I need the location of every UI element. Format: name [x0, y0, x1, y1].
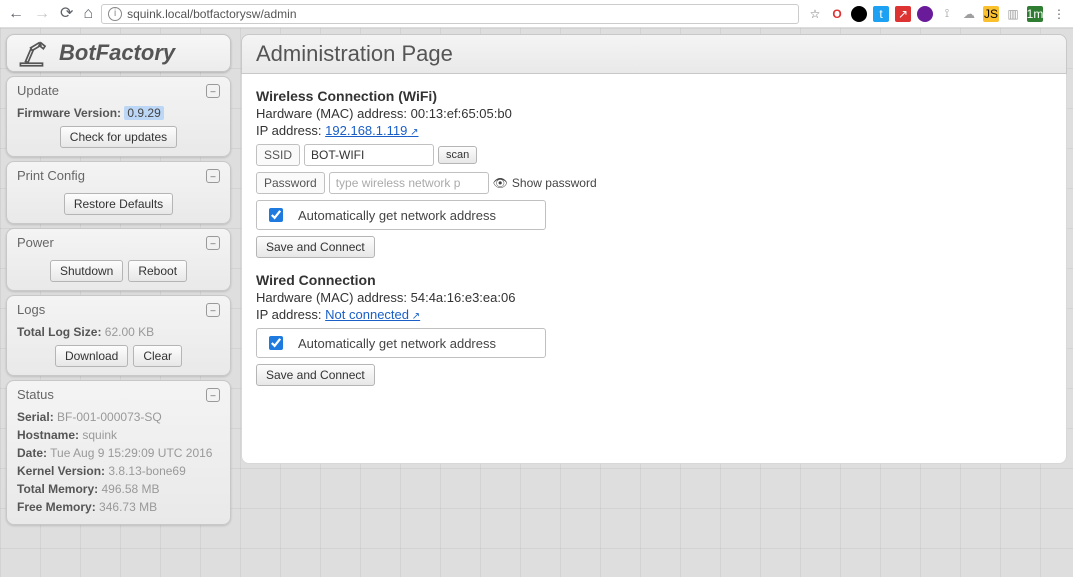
log-size-label: Total Log Size:: [17, 325, 101, 339]
panel-title: Status: [17, 387, 54, 402]
ext-icon[interactable]: ↗: [895, 6, 911, 22]
eye-icon: 👁: [493, 176, 508, 190]
sidebar: BotFactory Update – Firmware Version: 0.…: [6, 34, 231, 525]
ext-icon[interactable]: t: [873, 6, 889, 22]
site-info-icon[interactable]: i: [108, 7, 122, 21]
wired-ip-link[interactable]: Not connected: [325, 307, 420, 322]
panel-title: Power: [17, 235, 54, 250]
forward-icon[interactable]: →: [34, 6, 50, 22]
ext-icon[interactable]: ☁: [961, 6, 977, 22]
scan-button[interactable]: scan: [438, 146, 477, 164]
log-size-value: 62.00 KB: [105, 325, 154, 339]
ssid-label: SSID: [256, 144, 300, 166]
ext-icon[interactable]: [851, 6, 867, 22]
wifi-ip-label: IP address:: [256, 123, 322, 138]
firmware-version: 0.9.29: [124, 106, 163, 120]
reboot-button[interactable]: Reboot: [128, 260, 187, 282]
ext-icon[interactable]: O: [829, 6, 845, 22]
total-mem-label: Total Memory:: [17, 482, 98, 496]
hostname-label: Hostname:: [17, 428, 79, 442]
collapse-icon[interactable]: –: [206, 388, 220, 402]
panel-title: Logs: [17, 302, 45, 317]
wifi-mac-label: Hardware (MAC) address:: [256, 106, 407, 121]
panel-logs: Logs – Total Log Size: 62.00 KB Download…: [6, 295, 231, 376]
address-bar[interactable]: i squink.local/botfactorysw/admin: [101, 4, 799, 24]
robot-arm-icon: [17, 39, 51, 67]
ext-icon[interactable]: [917, 6, 933, 22]
main-area: Administration Page Wireless Connection …: [241, 34, 1067, 464]
browser-toolbar: ← → ⟳ ⌂ i squink.local/botfactorysw/admi…: [0, 0, 1073, 28]
wired-dhcp-label: Automatically get network address: [298, 336, 496, 351]
logo-card: BotFactory: [6, 34, 231, 72]
back-icon[interactable]: ←: [8, 6, 24, 22]
hostname-value: squink: [82, 428, 117, 442]
ext-icon[interactable]: 1m: [1027, 6, 1043, 22]
password-input[interactable]: [329, 172, 489, 194]
panel-power: Power – Shutdown Reboot: [6, 228, 231, 291]
wifi-dhcp-label: Automatically get network address: [298, 208, 496, 223]
collapse-icon[interactable]: –: [206, 303, 220, 317]
wired-mac-label: Hardware (MAC) address:: [256, 290, 407, 305]
collapse-icon[interactable]: –: [206, 169, 220, 183]
bookmark-star-icon[interactable]: ☆: [807, 6, 823, 22]
reload-icon[interactable]: ⟳: [60, 6, 73, 22]
download-logs-button[interactable]: Download: [55, 345, 128, 367]
ext-icon[interactable]: ⟟: [939, 6, 955, 22]
collapse-icon[interactable]: –: [206, 236, 220, 250]
content: Wireless Connection (WiFi) Hardware (MAC…: [241, 74, 1067, 464]
kernel-value: 3.8.13-bone69: [108, 464, 185, 478]
wired-mac-value: 54:4a:16:e3:ea:06: [411, 290, 516, 305]
panel-title: Update: [17, 83, 59, 98]
panel-status: Status – Serial: BF-001-000073-SQ Hostna…: [6, 380, 231, 525]
collapse-icon[interactable]: –: [206, 84, 220, 98]
url-text: squink.local/botfactorysw/admin: [127, 7, 296, 21]
panel-title: Print Config: [17, 168, 85, 183]
browser-nav: ← → ⟳ ⌂: [8, 6, 93, 22]
show-password-label: Show password: [512, 176, 597, 190]
wired-heading: Wired Connection: [256, 272, 1052, 288]
home-icon[interactable]: ⌂: [83, 6, 93, 22]
shutdown-button[interactable]: Shutdown: [50, 260, 123, 282]
page-title: Administration Page: [241, 34, 1067, 74]
panel-print-config: Print Config – Restore Defaults: [6, 161, 231, 224]
free-mem-label: Free Memory:: [17, 500, 96, 514]
ext-icon[interactable]: JS: [983, 6, 999, 22]
date-label: Date:: [17, 446, 47, 460]
wired-section: Wired Connection Hardware (MAC) address:…: [256, 272, 1052, 386]
wired-dhcp-checkbox[interactable]: [269, 336, 283, 350]
restore-defaults-button[interactable]: Restore Defaults: [64, 193, 173, 215]
wired-dhcp-row[interactable]: Automatically get network address: [256, 328, 546, 358]
wifi-section: Wireless Connection (WiFi) Hardware (MAC…: [256, 88, 1052, 258]
serial-value: BF-001-000073-SQ: [57, 410, 162, 424]
show-password-toggle[interactable]: 👁 Show password: [493, 176, 597, 190]
wifi-mac-value: 00:13:ef:65:05:b0: [411, 106, 512, 121]
logo-text: BotFactory: [59, 40, 175, 66]
kernel-label: Kernel Version:: [17, 464, 105, 478]
clear-logs-button[interactable]: Clear: [133, 345, 182, 367]
wifi-dhcp-row[interactable]: Automatically get network address: [256, 200, 546, 230]
wifi-heading: Wireless Connection (WiFi): [256, 88, 1052, 104]
wired-ip-label: IP address:: [256, 307, 322, 322]
ssid-input[interactable]: [304, 144, 434, 166]
browser-extensions: ☆ O t ↗ ⟟ ☁ JS ▥ 1m ⋮: [807, 6, 1065, 22]
firmware-label: Firmware Version:: [17, 106, 121, 120]
password-label: Password: [256, 172, 325, 194]
panel-update: Update – Firmware Version: 0.9.29 Check …: [6, 76, 231, 157]
ext-icon[interactable]: ▥: [1005, 6, 1021, 22]
wifi-dhcp-checkbox[interactable]: [269, 208, 283, 222]
wired-save-button[interactable]: Save and Connect: [256, 364, 375, 386]
date-value: Tue Aug 9 15:29:09 UTC 2016: [50, 446, 212, 460]
free-mem-value: 346.73 MB: [99, 500, 157, 514]
check-updates-button[interactable]: Check for updates: [60, 126, 177, 148]
serial-label: Serial:: [17, 410, 54, 424]
chrome-menu-icon[interactable]: ⋮: [1049, 6, 1065, 22]
wifi-save-button[interactable]: Save and Connect: [256, 236, 375, 258]
wifi-ip-link[interactable]: 192.168.1.119: [325, 123, 418, 138]
page-body: BotFactory Update – Firmware Version: 0.…: [0, 28, 1073, 577]
total-mem-value: 496.58 MB: [101, 482, 159, 496]
